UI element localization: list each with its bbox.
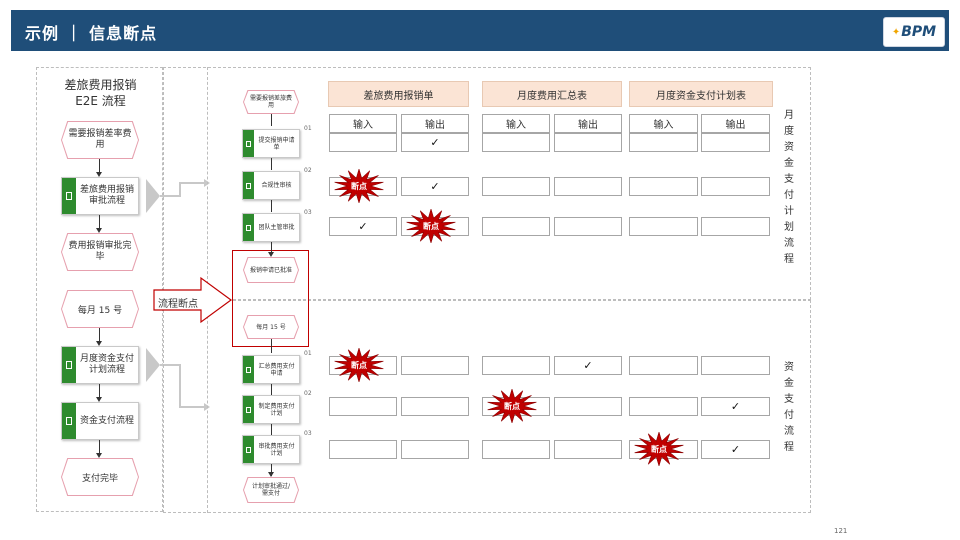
matrix-cell <box>554 177 622 196</box>
step-label: 计划审批通过/需支付 <box>244 478 298 502</box>
col-head-in: 输入 <box>629 114 698 133</box>
task-icon <box>243 172 254 199</box>
matrix-cell <box>629 133 698 152</box>
arrow-down-icon <box>268 472 274 477</box>
matrix-cell <box>701 133 770 152</box>
break-marker: 断点 <box>634 432 684 466</box>
step-label: 提交报销申请单 <box>258 136 295 151</box>
break-label: 断点 <box>351 360 367 370</box>
task-icon <box>243 214 254 241</box>
col-head-out: 输出 <box>701 114 770 133</box>
col-head-in: 输入 <box>329 114 397 133</box>
matrix-cell <box>401 356 469 375</box>
matrix-cell <box>482 217 550 236</box>
matrix-cell <box>701 217 770 236</box>
break-label: 断点 <box>504 401 520 411</box>
mid-task-plan: 制定费用支付计划 <box>242 395 300 424</box>
matrix-cell <box>329 440 397 459</box>
arrow-down-icon <box>268 252 274 257</box>
break-callout-label: 流程断点 <box>158 299 198 310</box>
step-label: 报销申请已批准 <box>244 258 298 282</box>
break-label: 断点 <box>351 181 367 191</box>
task-icon <box>243 396 254 423</box>
matrix-cell <box>401 440 469 459</box>
side-label-fund-payment: 资金支付流程 <box>784 362 794 453</box>
break-label: 断点 <box>651 444 667 454</box>
step-label: 需要报销差旅费用 <box>244 91 298 113</box>
col-head-in: 输入 <box>482 114 550 133</box>
matrix-cell <box>482 133 550 152</box>
task-icon <box>243 436 254 463</box>
matrix-cell: ✓ <box>554 356 622 375</box>
step-label: 审批费用支付计划 <box>258 442 295 457</box>
connector <box>271 200 272 212</box>
matrix-cell <box>629 177 698 196</box>
matrix-cell: ✓ <box>329 217 397 236</box>
task-icon <box>243 130 254 157</box>
doc-title-travel-form: 差旅费用报销单 <box>328 81 469 107</box>
matrix-cell <box>554 440 622 459</box>
step-number: 03 <box>304 430 312 437</box>
matrix-cell <box>329 397 397 416</box>
matrix-cell <box>482 440 550 459</box>
break-label: 断点 <box>423 221 439 231</box>
step-number: 02 <box>304 167 312 174</box>
connector <box>271 158 272 170</box>
matrix-cell <box>701 177 770 196</box>
task-icon <box>243 356 254 383</box>
mid-event-approved: 报销申请已批准 <box>243 257 299 283</box>
step-label: 汇总费用支付申请 <box>258 362 295 377</box>
step-number: 01 <box>304 350 312 357</box>
step-label: 合规性审核 <box>261 182 292 189</box>
break-marker: 断点 <box>406 209 456 243</box>
break-marker: 断点 <box>487 389 537 423</box>
matrix-cell: ✓ <box>401 133 469 152</box>
matrix-cell <box>629 217 698 236</box>
mid-task-supervisor: 团队主管审批 <box>242 213 300 242</box>
mid-task-summary: 汇总费用支付申请 <box>242 355 300 384</box>
matrix-cell: ✓ <box>701 397 770 416</box>
matrix-cell <box>554 397 622 416</box>
step-number: 01 <box>304 125 312 132</box>
col-head-out: 输出 <box>401 114 469 133</box>
doc-title-monthly-summary: 月度费用汇总表 <box>482 81 622 107</box>
matrix-cell <box>482 356 550 375</box>
step-number: 03 <box>304 209 312 216</box>
matrix-cell <box>629 356 698 375</box>
mid-task-submit: 提交报销申请单 <box>242 129 300 158</box>
mid-task-compliance: 合规性审核 <box>242 171 300 200</box>
break-marker: 断点 <box>334 169 384 203</box>
mid-event-monthly: 每月 15 号 <box>243 315 299 339</box>
col-head-out: 输出 <box>554 114 622 133</box>
matrix-cell <box>482 177 550 196</box>
step-label: 团队主管审批 <box>258 224 295 231</box>
matrix-cell <box>329 133 397 152</box>
mid-event-end: 计划审批通过/需支付 <box>243 477 299 503</box>
page-number: 121 <box>834 527 848 535</box>
connector <box>271 339 272 353</box>
connector <box>271 424 272 435</box>
matrix-cell <box>701 356 770 375</box>
matrix-cell: ✓ <box>701 440 770 459</box>
matrix-cell <box>629 397 698 416</box>
step-number: 02 <box>304 390 312 397</box>
break-marker: 断点 <box>334 348 384 382</box>
matrix-cell <box>554 217 622 236</box>
mid-event-start: 需要报销差旅费用 <box>243 90 299 114</box>
side-label-monthly-plan: 月度资金支付计划流程 <box>784 110 794 265</box>
step-label: 制定费用支付计划 <box>258 402 295 417</box>
matrix-cell <box>401 397 469 416</box>
matrix-cell <box>554 133 622 152</box>
matrix-cell: ✓ <box>401 177 469 196</box>
mid-task-approve-plan: 审批费用支付计划 <box>242 435 300 464</box>
doc-title-payment-plan: 月度资金支付计划表 <box>629 81 773 107</box>
connector <box>271 384 272 395</box>
step-label: 每月 15 号 <box>244 316 298 338</box>
connector <box>271 114 272 126</box>
